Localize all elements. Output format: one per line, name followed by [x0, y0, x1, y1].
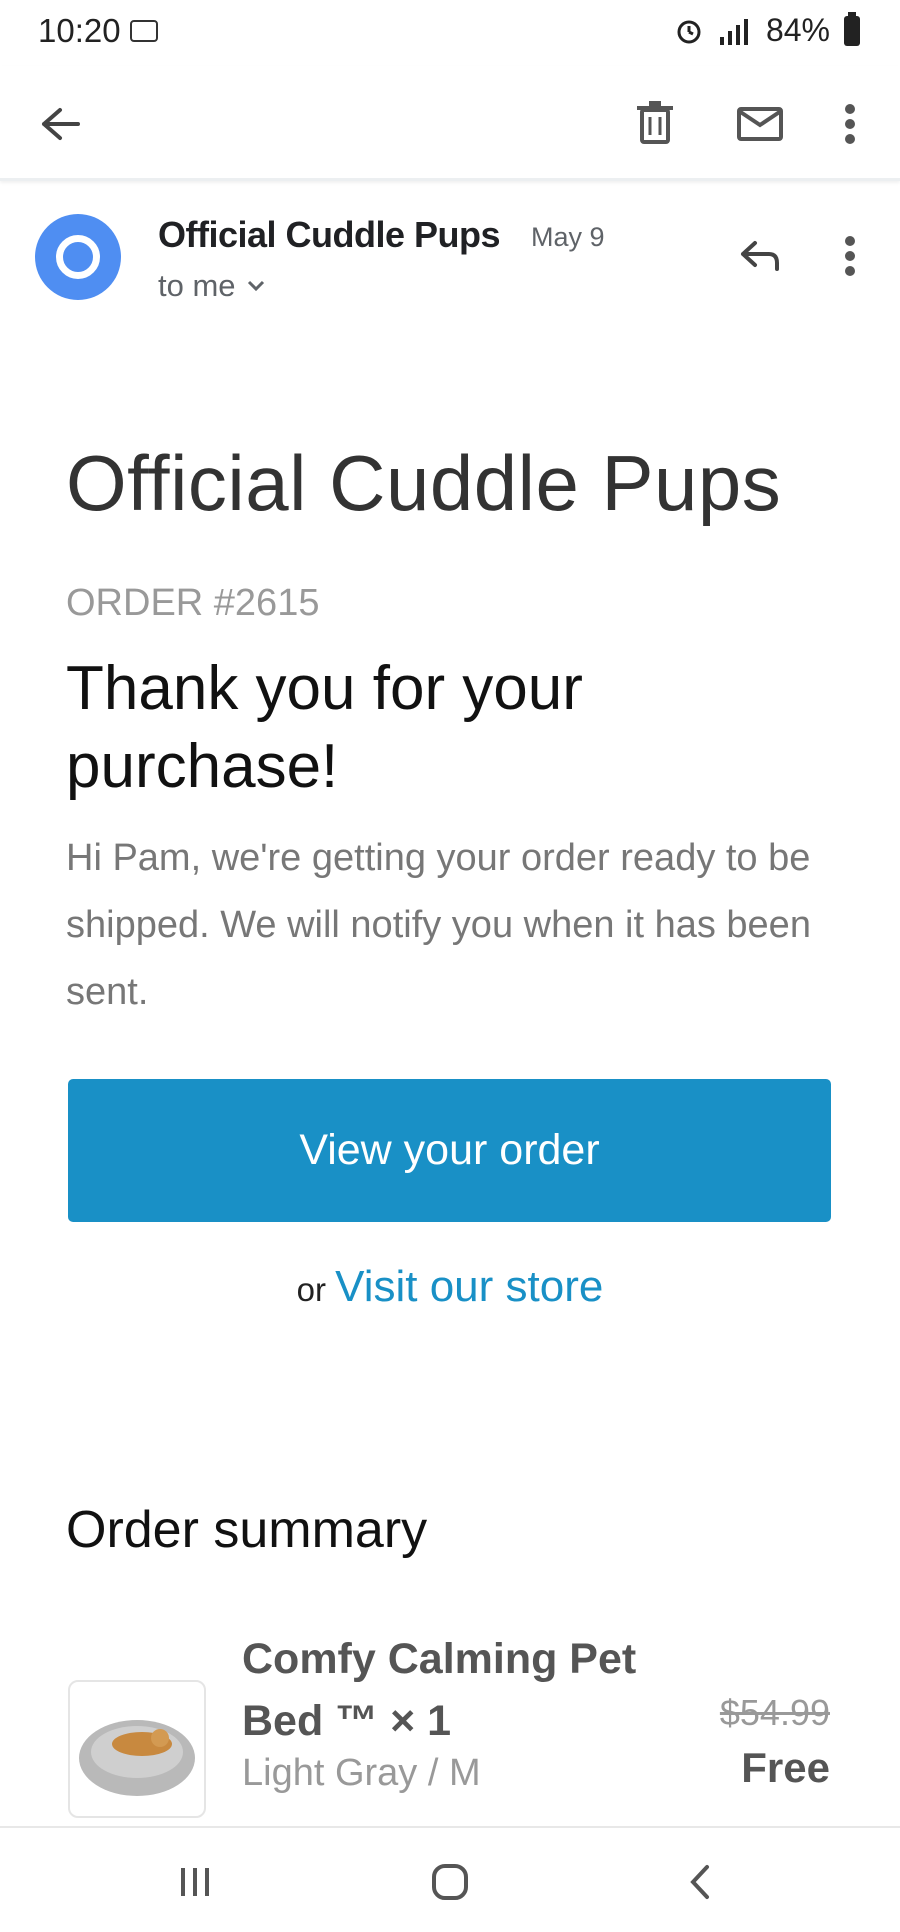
view-order-button[interactable]: View your order	[68, 1079, 831, 1222]
status-time: 10:20	[38, 12, 121, 49]
original-price: $54.99	[719, 1692, 830, 1733]
view-order-label: View your order	[299, 1126, 600, 1174]
email-header: Official Cuddle Pups May 9 to me	[0, 196, 900, 326]
thank-you-heading: Thank you for your purchase!	[66, 654, 583, 801]
store-title: Official Cuddle Pups	[66, 439, 782, 527]
chevron-down-icon	[247, 280, 264, 292]
email-date: May 9	[531, 222, 605, 252]
nav-back-icon[interactable]	[670, 1852, 730, 1912]
order-number: ORDER #2615	[66, 582, 320, 624]
back-arrow-icon[interactable]	[30, 94, 90, 154]
home-icon[interactable]	[420, 1852, 480, 1912]
signal-icon	[719, 18, 748, 45]
more-vert-icon[interactable]	[825, 94, 875, 154]
store-link-line: or Visit our store	[0, 1262, 900, 1312]
mail-icon[interactable]	[730, 94, 790, 154]
alarm-icon	[677, 20, 701, 43]
status-icons: 84%	[674, 11, 860, 49]
sender-name: Official Cuddle Pups	[158, 214, 501, 255]
voicemail-icon	[130, 20, 158, 42]
email-toolbar	[0, 66, 900, 181]
system-nav-bar	[0, 1826, 900, 1932]
product-name: Comfy Calming Pet Bed ™ × 1	[242, 1635, 637, 1745]
order-message: Hi Pam, we're getting your order ready t…	[66, 837, 811, 1013]
message-more-icon[interactable]	[825, 226, 875, 286]
item-price: Free	[741, 1744, 830, 1791]
product-variant: Light Gray / M	[242, 1752, 481, 1794]
or-text: or	[296, 1271, 326, 1308]
status-bar: 10:20 84%	[0, 0, 900, 66]
reply-icon[interactable]	[730, 226, 790, 286]
battery-percent: 84%	[765, 12, 830, 48]
product-image	[68, 1680, 206, 1818]
battery-icon	[844, 11, 860, 46]
recipient-toggle[interactable]: to me	[158, 268, 266, 304]
visit-store-link[interactable]: Visit our store	[335, 1262, 603, 1311]
recipient-label: to me	[158, 268, 236, 303]
order-summary-heading: Order summary	[66, 1501, 428, 1559]
avatar	[35, 214, 121, 300]
recents-icon[interactable]	[165, 1852, 225, 1912]
delete-icon[interactable]	[625, 92, 685, 154]
